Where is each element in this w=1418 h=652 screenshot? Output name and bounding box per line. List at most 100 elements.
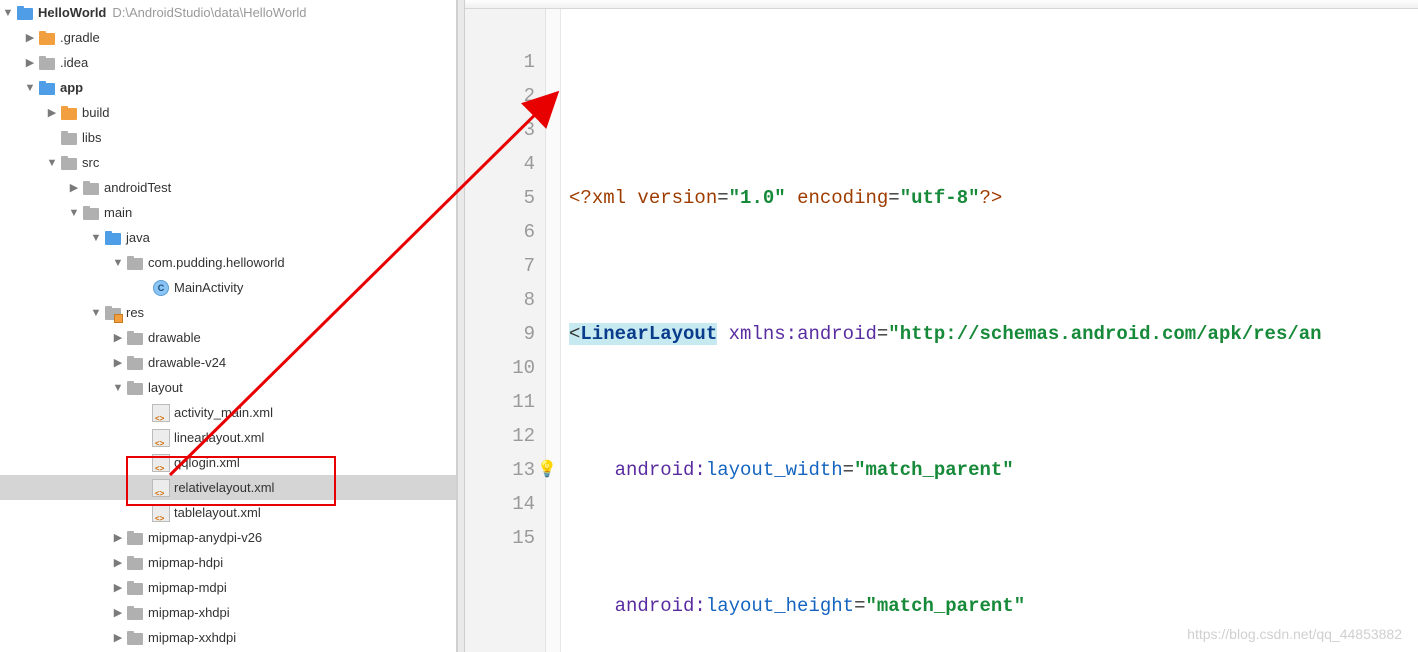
tree-item-label: drawable-v24	[148, 355, 226, 370]
expand-icon[interactable]: ▶	[22, 56, 38, 69]
tree-item-label: activity_main.xml	[174, 405, 273, 420]
folder-icon	[38, 54, 56, 72]
tree-item[interactable]: ▶ .gradle	[0, 25, 456, 50]
tree-item[interactable]: ▼app	[0, 75, 456, 100]
folder-icon	[104, 304, 122, 322]
line-number: 9	[465, 317, 535, 351]
tree-item-label: mipmap-hdpi	[148, 555, 223, 570]
folder-icon	[60, 129, 78, 147]
code-body[interactable]: 💡 <?xml version="1.0" encoding="utf-8"?>…	[561, 9, 1322, 652]
tree-item[interactable]: ▶ drawable	[0, 325, 456, 350]
line-number: 15	[465, 521, 535, 555]
line-number: 4	[465, 147, 535, 181]
expand-icon[interactable]: ▶	[44, 106, 60, 119]
expand-icon[interactable]: ▶	[66, 181, 82, 194]
tree-item-label: .idea	[60, 55, 88, 70]
watermark: https://blog.csdn.net/qq_44853882	[1187, 626, 1402, 642]
tree-item-label: mipmap-anydpi-v26	[148, 530, 262, 545]
line-number: 1	[465, 45, 535, 79]
xml-file-icon	[152, 504, 170, 522]
code-editor[interactable]: 123456789101112131415 💡 <?xml version="1…	[465, 0, 1418, 652]
tree-item[interactable]: ▶ .idea	[0, 50, 456, 75]
tree-item[interactable]: ▼com.pudding.helloworld	[0, 250, 456, 275]
expand-icon[interactable]: ▶	[110, 581, 126, 594]
collapse-icon[interactable]: ▼	[110, 382, 126, 394]
tree-item[interactable]: ▼java	[0, 225, 456, 250]
folder-icon	[60, 104, 78, 122]
tree-item-label: mipmap-mdpi	[148, 580, 227, 595]
folder-icon	[82, 179, 100, 197]
folder-icon	[38, 79, 56, 97]
collapse-icon[interactable]: ▼	[88, 307, 104, 319]
collapse-icon[interactable]: ▼	[110, 257, 126, 269]
tree-item[interactable]: ▶ mipmap-anydpi-v26	[0, 525, 456, 550]
folder-icon	[126, 354, 144, 372]
line-number-gutter: 123456789101112131415	[465, 9, 546, 652]
tree-item[interactable]: ▶ drawable-v24	[0, 350, 456, 375]
tree-item-label: relativelayout.xml	[174, 480, 274, 495]
tree-item-label: main	[104, 205, 132, 220]
tree-item[interactable]: ▼layout	[0, 375, 456, 400]
tree-item[interactable]: ▶activity_main.xml	[0, 400, 456, 425]
code-line: android:layout_width="match_parent"	[569, 453, 1322, 487]
panel-splitter[interactable]	[457, 0, 465, 652]
tree-item[interactable]: ▶ mipmap-hdpi	[0, 550, 456, 575]
folder-icon	[126, 379, 144, 397]
folder-icon	[126, 254, 144, 272]
collapse-icon[interactable]: ▼	[44, 157, 60, 169]
tree-item[interactable]: ▶linearlayout.xml	[0, 425, 456, 450]
tree-item-label: mipmap-xxhdpi	[148, 630, 236, 645]
tree-item[interactable]: ▶qqlogin.xml	[0, 450, 456, 475]
expand-icon[interactable]: ▼	[0, 7, 16, 19]
folder-icon	[126, 579, 144, 597]
line-number: 10	[465, 351, 535, 385]
tree-item-label: res	[126, 305, 144, 320]
line-number: 2	[465, 79, 535, 113]
tree-item[interactable]: ▶ mipmap-mdpi	[0, 575, 456, 600]
lightbulb-icon[interactable]: 💡	[537, 453, 557, 487]
tree-item[interactable]: ▶tablelayout.xml	[0, 500, 456, 525]
project-icon	[16, 4, 34, 22]
tree-item[interactable]: ▶CMainActivity	[0, 275, 456, 300]
folder-icon	[104, 229, 122, 247]
tree-item-label: qqlogin.xml	[174, 455, 240, 470]
tree-item-label: mipmap-xhdpi	[148, 605, 230, 620]
tree-item-label: MainActivity	[174, 280, 243, 295]
tree-item-label: src	[82, 155, 99, 170]
tree-item-label: drawable	[148, 330, 201, 345]
tree-item[interactable]: ▼ main	[0, 200, 456, 225]
xml-file-icon	[152, 454, 170, 472]
tree-item-label: .gradle	[60, 30, 100, 45]
tree-item-label: build	[82, 105, 109, 120]
editor-tab-strip	[465, 0, 1418, 9]
expand-icon[interactable]: ▶	[22, 31, 38, 44]
expand-icon[interactable]: ▶	[110, 356, 126, 369]
tree-item-label: libs	[82, 130, 102, 145]
collapse-icon[interactable]: ▼	[88, 232, 104, 244]
tree-item[interactable]: ▶ androidTest	[0, 175, 456, 200]
project-name: HelloWorld	[38, 5, 106, 20]
code-line: android:layout_height="match_parent"	[569, 589, 1322, 623]
collapse-icon[interactable]: ▼	[66, 207, 82, 219]
folder-icon	[126, 554, 144, 572]
tree-item-label: androidTest	[104, 180, 171, 195]
tree-item[interactable]: ▶ mipmap-xxhdpi	[0, 625, 456, 650]
expand-icon[interactable]: ▶	[110, 556, 126, 569]
collapse-icon[interactable]: ▼	[22, 82, 38, 94]
tree-item[interactable]: ▶libs	[0, 125, 456, 150]
tree-item[interactable]: ▶ build	[0, 100, 456, 125]
expand-icon[interactable]: ▶	[110, 331, 126, 344]
expand-icon[interactable]: ▶	[110, 606, 126, 619]
line-number: 12	[465, 419, 535, 453]
tree-item[interactable]: ▶ mipmap-xhdpi	[0, 600, 456, 625]
folder-icon	[82, 204, 100, 222]
tree-item[interactable]: ▶relativelayout.xml	[0, 475, 456, 500]
expand-icon[interactable]: ▶	[110, 631, 126, 644]
expand-icon[interactable]: ▶	[110, 531, 126, 544]
tree-item[interactable]: ▼ src	[0, 150, 456, 175]
tree-item-label: tablelayout.xml	[174, 505, 261, 520]
tree-item[interactable]: ▼ res	[0, 300, 456, 325]
line-number: 13	[465, 453, 535, 487]
tree-root-row[interactable]: ▼ HelloWorld D:\AndroidStudio\data\Hello…	[0, 0, 456, 25]
project-panel[interactable]: ▼ HelloWorld D:\AndroidStudio\data\Hello…	[0, 0, 457, 652]
